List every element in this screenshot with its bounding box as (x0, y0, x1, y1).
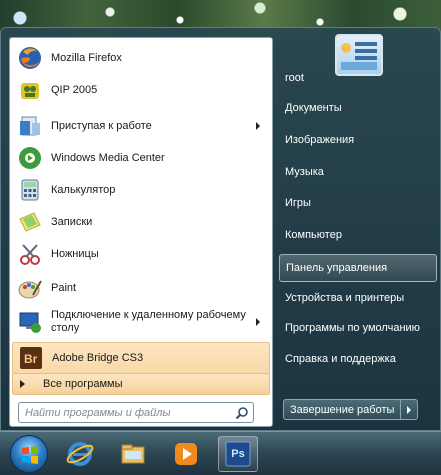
right-item-label: root (285, 72, 304, 84)
calculator-icon (16, 176, 44, 204)
right-item-devices-printers[interactable]: Устройства и принтеры (279, 284, 437, 312)
taskbar-file-explorer[interactable] (113, 436, 153, 472)
remote-desktop-icon (16, 308, 44, 336)
firefox-icon (16, 44, 44, 72)
right-item-user-folder[interactable]: root (279, 64, 437, 92)
program-mozilla-firefox[interactable]: Mozilla Firefox (12, 42, 270, 74)
all-programs-button[interactable]: Все программы (12, 373, 270, 395)
program-label: Ножницы (51, 247, 99, 260)
snipping-tool-icon (16, 240, 44, 268)
all-programs-arrow-icon (20, 380, 25, 388)
right-item-label: Компьютер (285, 229, 342, 241)
all-programs-label: Все программы (43, 378, 123, 390)
right-item-pictures[interactable]: Изображения (279, 126, 437, 154)
shutdown-button-group: Завершение работы (283, 399, 419, 420)
photoshop-label: Ps (231, 448, 245, 460)
program-label: Приступая к работе (51, 119, 152, 132)
right-item-games[interactable]: Игры (279, 189, 437, 217)
submenu-arrow-icon[interactable] (256, 122, 260, 130)
program-label: Записки (51, 215, 93, 228)
internet-explorer-icon (66, 442, 94, 466)
right-item-label: Изображения (285, 134, 355, 146)
right-item-control-panel[interactable]: Панель управления (279, 254, 437, 282)
right-item-label: Программы по умолчанию (285, 322, 420, 334)
right-item-label: Устройства и принтеры (285, 292, 405, 304)
program-label: Windows Media Center (51, 151, 165, 164)
right-item-documents[interactable]: Документы (279, 94, 437, 122)
search-icon[interactable] (235, 406, 249, 420)
adobe-bridge-icon: Br (17, 344, 45, 372)
right-item-default-programs[interactable]: Программы по умолчанию (279, 314, 437, 342)
program-paint[interactable]: Paint (12, 272, 270, 304)
taskbar-media-player[interactable] (166, 436, 206, 472)
paint-icon (16, 274, 44, 302)
file-explorer-icon (121, 444, 145, 464)
right-item-label: Музыка (285, 166, 324, 178)
media-center-icon (16, 144, 44, 172)
shutdown-button[interactable]: Завершение работы (284, 400, 402, 419)
svg-text:Br: Br (24, 352, 38, 366)
search-placeholder: Найти программы и файлы (25, 406, 171, 419)
shutdown-label: Завершение работы (290, 403, 395, 416)
submenu-arrow-icon[interactable] (256, 318, 260, 326)
search-input[interactable]: Найти программы и файлы (18, 402, 254, 423)
right-item-music[interactable]: Музыка (279, 158, 437, 186)
getting-started-icon (16, 112, 44, 140)
program-snipping-tool[interactable]: Ножницы (12, 238, 270, 270)
program-label: Adobe Bridge CS3 (52, 351, 144, 364)
start-button[interactable] (10, 435, 48, 473)
program-label: QIP 2005 (51, 83, 98, 96)
program-label: Mozilla Firefox (51, 51, 122, 64)
right-item-help-support[interactable]: Справка и поддержка (279, 345, 437, 373)
program-qip[interactable]: QIP 2005 (12, 74, 270, 106)
right-item-computer[interactable]: Компьютер (279, 221, 437, 249)
program-calculator[interactable]: Калькулятор (12, 174, 270, 206)
right-item-label: Панель управления (286, 262, 388, 274)
program-getting-started[interactable]: Приступая к работе (12, 110, 270, 142)
taskbar-internet-explorer[interactable] (60, 436, 100, 472)
right-item-label: Игры (285, 197, 311, 209)
start-menu: Mozilla Firefox QIP 2005 Приступая к раб… (0, 27, 441, 431)
media-player-icon (175, 443, 197, 465)
program-adobe-bridge[interactable]: Br Adobe Bridge CS3 (12, 342, 270, 374)
chevron-right-icon (407, 405, 412, 414)
right-item-label: Документы (285, 102, 342, 114)
shutdown-options-button[interactable] (401, 400, 417, 419)
program-label: Подключение к удаленному рабочему столу (51, 309, 246, 334)
sticky-notes-icon (16, 208, 44, 236)
qip-icon (16, 76, 44, 104)
taskbar-photoshop[interactable]: Ps (218, 436, 258, 472)
right-item-label: Справка и поддержка (285, 353, 396, 365)
taskbar: Ps (0, 431, 441, 475)
program-remote-desktop[interactable]: Подключение к удаленному рабочему столу (12, 306, 270, 338)
program-media-center[interactable]: Windows Media Center (12, 142, 270, 174)
windows-logo-icon (22, 446, 38, 464)
programs-panel: Mozilla Firefox QIP 2005 Приступая к раб… (9, 37, 273, 427)
program-label: Калькулятор (51, 183, 116, 196)
program-sticky-notes[interactable]: Записки (12, 206, 270, 238)
program-label: Paint (51, 281, 77, 294)
